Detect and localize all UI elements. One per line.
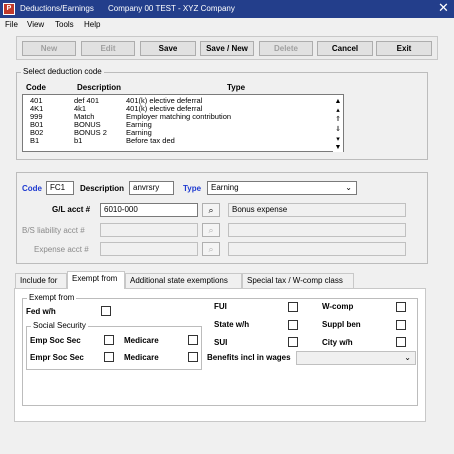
description-label: Description (80, 184, 125, 193)
benefits-incl-label: Benefits incl in wages (207, 353, 291, 362)
description-field[interactable]: anvrsry (129, 181, 174, 195)
type-label: Type (183, 184, 202, 193)
select-code-group-label: Select deduction code (21, 67, 104, 76)
expense-acct-description (228, 242, 406, 256)
tab-additional-state-exemptions[interactable]: Additional state exemptions (125, 273, 242, 289)
cancel-button[interactable]: Cancel (317, 41, 373, 56)
binoculars-icon[interactable]: ⌕ (202, 223, 220, 237)
tab-exempt-from[interactable]: Exempt from (67, 271, 125, 289)
type-select-value: Earning (211, 183, 239, 192)
suppl-ben-label: Suppl ben (322, 320, 361, 329)
suppl-ben-checkbox[interactable] (396, 320, 406, 330)
expense-acct-field[interactable] (100, 242, 198, 256)
row-code: B1 (30, 136, 40, 145)
top-icon[interactable]: ⇑ (333, 115, 343, 124)
save-button[interactable]: Save (140, 41, 196, 56)
bottom-icon[interactable]: ⇓ (333, 125, 343, 134)
gl-acct-field[interactable]: 6010-000 (100, 203, 198, 217)
type-select[interactable]: Earning ⌄ (207, 181, 357, 195)
emp-soc-sec-checkbox[interactable] (104, 335, 114, 345)
empr-soc-sec-label: Empr Soc Sec (30, 353, 84, 362)
wcomp-checkbox[interactable] (396, 302, 406, 312)
menu-view[interactable]: View (27, 20, 44, 29)
sui-label: SUI (214, 338, 228, 347)
fed-wh-label: Fed w/h (26, 307, 56, 316)
emp-soc-sec-label: Emp Soc Sec (30, 336, 81, 345)
window-company: Company 00 TEST - XYZ Company (108, 4, 235, 13)
edit-button[interactable]: Edit (81, 41, 135, 56)
gl-acct-label: G/L acct # (52, 205, 91, 214)
emp-medicare-checkbox[interactable] (188, 335, 198, 345)
binoculars-icon[interactable]: ⌕ (202, 242, 220, 256)
window-title: Deductions/Earnings (20, 4, 94, 13)
medicare-label: Medicare (124, 336, 159, 345)
save-new-button[interactable]: Save / New (200, 41, 254, 56)
tab-special-tax-wcomp[interactable]: Special tax / W-comp class (242, 273, 354, 289)
wcomp-label: W-comp (322, 302, 354, 311)
exempt-group-label: Exempt from (27, 293, 77, 302)
new-button[interactable]: New (22, 41, 76, 56)
state-wh-label: State w/h (214, 320, 250, 329)
city-wh-label: City w/h (322, 338, 353, 347)
app-icon: P (3, 3, 15, 15)
social-security-group (26, 326, 202, 370)
bs-liability-label: B/S liability acct # (22, 226, 85, 235)
benefits-incl-select[interactable]: ⌄ (296, 351, 416, 365)
sui-checkbox[interactable] (288, 337, 298, 347)
col-header-type[interactable]: Type (227, 83, 245, 92)
close-icon[interactable]: ✕ (438, 1, 449, 15)
scroll-up-icon[interactable]: ▲ (333, 97, 343, 106)
col-header-code[interactable]: Code (26, 83, 46, 92)
fui-label: FUI (214, 302, 227, 311)
empr-medicare-checkbox[interactable] (188, 352, 198, 362)
code-label: Code (22, 184, 42, 193)
expense-acct-label: Expense acct # (34, 245, 89, 254)
col-header-description[interactable]: Description (77, 83, 121, 92)
scroll-down-icon[interactable]: ▼ (333, 143, 343, 152)
row-description: b1 (74, 136, 83, 145)
social-security-label: Social Security (31, 321, 88, 330)
menu-tools[interactable]: Tools (55, 20, 74, 29)
chevron-down-icon: ⌄ (345, 183, 352, 192)
fui-checkbox[interactable] (288, 302, 298, 312)
tab-include-for[interactable]: Include for (15, 273, 67, 289)
fed-wh-checkbox[interactable] (101, 306, 111, 316)
menu-file[interactable]: File (5, 20, 18, 29)
code-field[interactable]: FC1 (46, 181, 74, 195)
gl-acct-description: Bonus expense (228, 203, 406, 217)
medicare-label: Medicare (124, 353, 159, 362)
page-up-icon[interactable]: ▴ (333, 106, 343, 115)
city-wh-checkbox[interactable] (396, 337, 406, 347)
exit-button[interactable]: Exit (376, 41, 432, 56)
menu-help[interactable]: Help (84, 20, 100, 29)
bs-liability-description (228, 223, 406, 237)
binoculars-icon[interactable]: ⌕ (202, 203, 220, 217)
empr-soc-sec-checkbox[interactable] (104, 352, 114, 362)
delete-button[interactable]: Delete (259, 41, 313, 56)
row-type: Before tax ded (126, 136, 175, 145)
bs-liability-field[interactable] (100, 223, 198, 237)
chevron-down-icon: ⌄ (404, 353, 411, 362)
state-wh-checkbox[interactable] (288, 320, 298, 330)
